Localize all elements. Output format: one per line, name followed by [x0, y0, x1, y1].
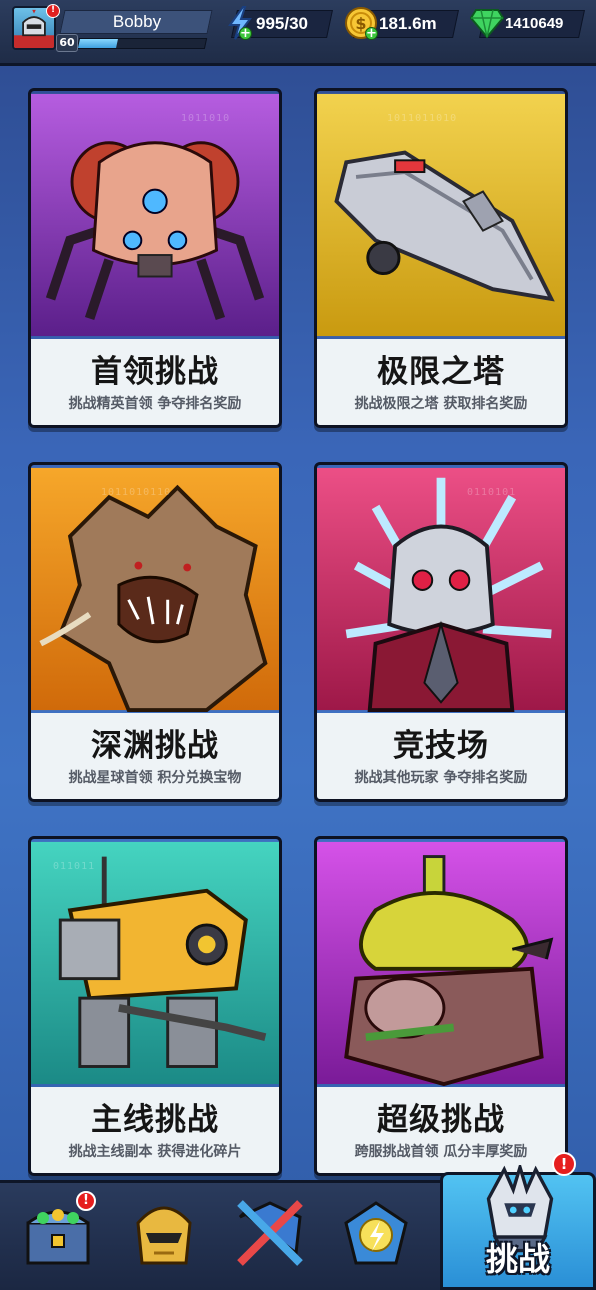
yellow-mech-icon: [31, 841, 279, 1085]
binary-decoration: 0110101: [467, 487, 517, 498]
card-subtitle: 挑战其他玩家 争夺排名奖励: [354, 770, 528, 786]
avatar-alert-badge: !: [46, 4, 60, 18]
card-subtitle: 挑战极限之塔 获取排名奖励: [354, 396, 528, 412]
card-abyss-challenge[interactable]: 1011010110 深渊挑战 挑战星球首领 积分兑换宝物: [28, 462, 282, 802]
binary-decoration: 011011: [53, 861, 96, 872]
card-extreme-tower[interactable]: 1011011010 极限之塔 挑战极限之塔 获取排名奖励: [314, 88, 568, 428]
card-title: 极限之塔: [377, 354, 505, 390]
card-title: 深渊挑战: [91, 728, 219, 764]
gold-value: 181.6m: [379, 14, 437, 33]
spider-mech-boss-icon: [31, 93, 279, 337]
card-subtitle: 挑战星球首领 积分兑换宝物: [68, 770, 242, 786]
card-title: 首领挑战: [91, 354, 219, 390]
xp-progress-bar: [76, 38, 208, 49]
card-title: 主线挑战: [91, 1102, 219, 1138]
binary-decoration: 1011010110: [101, 487, 172, 498]
binary-decoration: 1011010: [181, 113, 231, 124]
card-subtitle: 跨服挑战首领 瓜分丰厚奖励: [354, 1144, 528, 1160]
energy-add-button[interactable]: +: [239, 27, 252, 40]
super-challenge-art: [317, 839, 565, 1087]
boss-challenge-art: [31, 91, 279, 339]
card-title: 竞技场: [393, 728, 489, 764]
arena-art: [317, 465, 565, 713]
golden-helmet-icon: [136, 1206, 192, 1265]
top-status-bar: ! Bobby 60 + 995/30 $ + 181.6m 1410649: [0, 0, 596, 66]
card-subtitle: 挑战主线副本 获得进化碎片: [68, 1144, 242, 1160]
binary-decoration: 1011011010: [387, 113, 458, 124]
nav-challenge-label: 挑战: [485, 1240, 550, 1278]
gem-value: 1410649: [505, 15, 564, 32]
drill-ship-icon: [317, 93, 565, 337]
gold-add-button[interactable]: +: [365, 27, 378, 40]
card-main-challenge[interactable]: 011011 主线挑战 挑战主线副本 获得进化碎片: [28, 836, 282, 1176]
nav-power[interactable]: [324, 1183, 428, 1290]
player-level-badge: 60: [56, 34, 78, 52]
energy-value: 995/30: [256, 14, 308, 33]
chest-alert-badge: !: [76, 1191, 96, 1211]
player-name: Bobby: [112, 12, 162, 31]
card-super-challenge[interactable]: 超级挑战 跨服挑战首领 瓜分丰厚奖励: [314, 836, 568, 1176]
card-arena[interactable]: 0110101 竞技场 挑战其他玩家 争夺排名奖励: [314, 462, 568, 802]
nav-battle[interactable]: [218, 1183, 322, 1290]
card-boss-challenge[interactable]: 1011010 首领挑战 挑战精英首领 争夺排名奖励: [28, 88, 282, 428]
main-challenge-art: [31, 839, 279, 1087]
crossed-swords-icon: [237, 1200, 303, 1266]
card-subtitle: 挑战精英首领 争夺排名奖励: [68, 396, 242, 412]
abyss-challenge-art: [31, 465, 279, 713]
spiked-robot-icon: [317, 467, 565, 713]
green-gem-icon: [470, 9, 504, 38]
challenge-alert-badge: !: [552, 1152, 576, 1176]
nav-hero[interactable]: [112, 1183, 216, 1290]
xp-progress-fill: [78, 39, 118, 48]
card-title: 超级挑战: [377, 1102, 505, 1138]
abyss-monster-icon: [31, 467, 279, 713]
lightning-shield-icon: [344, 1201, 408, 1265]
extreme-tower-art: [317, 91, 565, 339]
serpent-beast-icon: [317, 841, 565, 1087]
